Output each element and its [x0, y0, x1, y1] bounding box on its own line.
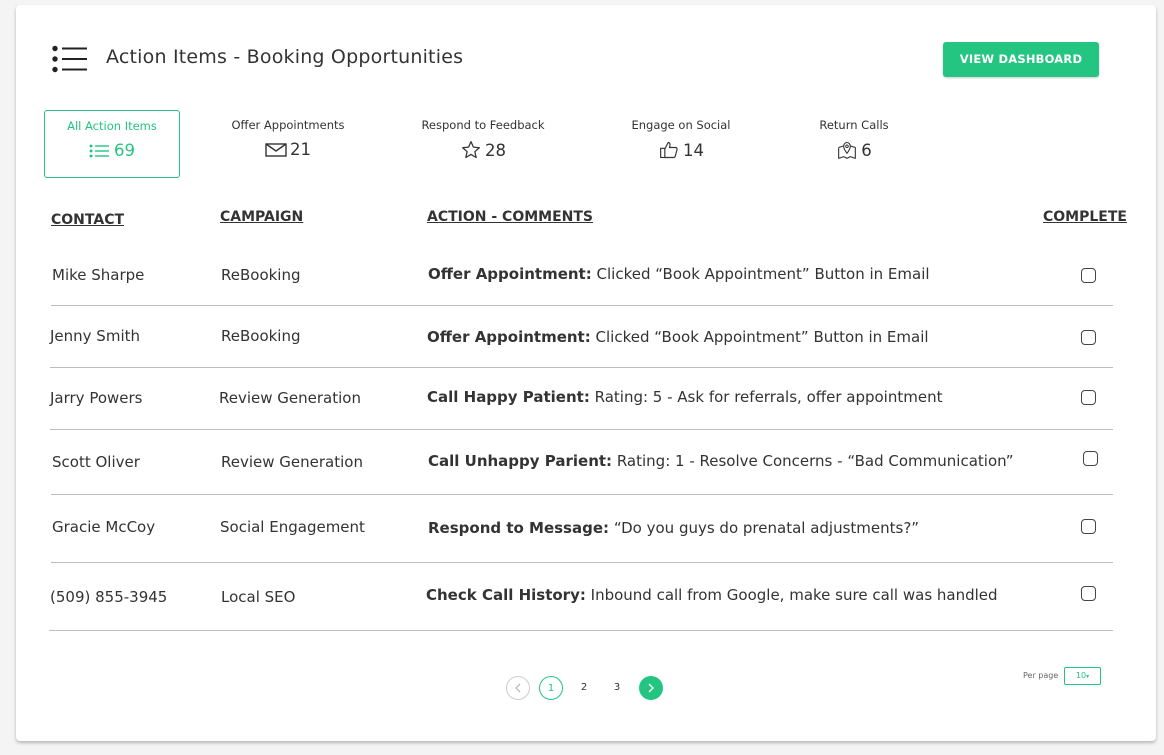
stat-value: 28 [485, 140, 506, 160]
stat-label: All Action Items [67, 119, 157, 133]
stat-offer-appointments[interactable]: Offer Appointments 21 [218, 118, 358, 159]
row-contact: Jenny Smith [50, 327, 140, 345]
row-campaign: Review Generation [219, 389, 361, 407]
menu-list-icon[interactable] [51, 45, 89, 73]
pagination-next-button[interactable] [639, 676, 663, 700]
stat-label: Engage on Social [631, 118, 731, 132]
stat-all-action-items[interactable]: All Action Items 69 [44, 110, 180, 178]
row-campaign: Review Generation [221, 453, 363, 471]
thumbs-up-icon [660, 141, 678, 159]
row-action: Offer Appointment: Clicked “Book Appoint… [427, 328, 929, 346]
stat-label: Return Calls [819, 118, 889, 132]
stat-value: 69 [114, 141, 135, 160]
row-campaign: ReBooking [221, 266, 301, 284]
action-title: Call Happy Patient: [427, 388, 590, 406]
stat-label: Respond to Feedback [421, 118, 545, 132]
per-page-select[interactable]: 10▾ [1064, 667, 1101, 685]
row-campaign: ReBooking [221, 327, 301, 345]
row-contact: Jarry Powers [50, 389, 143, 407]
action-comment: Rating: 1 - Resolve Concerns - “Bad Comm… [616, 452, 1014, 470]
row-contact: Mike Sharpe [52, 266, 145, 284]
complete-checkbox[interactable] [1081, 519, 1096, 534]
column-header-campaign[interactable]: CAMPAIGN [220, 209, 303, 225]
action-comment: Clicked “Book Appointment” Button in Ema… [596, 265, 930, 283]
complete-checkbox[interactable] [1081, 268, 1096, 283]
row-contact: Gracie McCoy [52, 518, 156, 536]
row-contact: (509) 855-3945 [50, 588, 168, 606]
action-comment: Clicked “Book Appointment” Button in Ema… [595, 328, 929, 346]
complete-checkbox[interactable] [1081, 330, 1096, 345]
stat-value: 6 [861, 140, 872, 160]
row-campaign: Local SEO [221, 588, 296, 606]
star-icon [462, 141, 480, 159]
stat-respond-to-feedback[interactable]: Respond to Feedback 28 [413, 118, 553, 160]
stat-value: 14 [683, 140, 704, 160]
row-divider [50, 367, 1113, 368]
envelope-icon [265, 142, 287, 157]
complete-checkbox[interactable] [1081, 586, 1096, 601]
complete-checkbox[interactable] [1081, 390, 1096, 405]
per-page-label: Per page [1023, 671, 1059, 680]
list-icon [89, 144, 109, 157]
action-title: Call Unhappy Parient: [428, 452, 613, 470]
row-action: Call Happy Patient: Rating: 5 - Ask for … [427, 388, 942, 406]
action-comment: “Do you guys do prenatal adjustments?” [613, 519, 920, 537]
stat-label: Offer Appointments [231, 118, 345, 132]
action-comment: Inbound call from Google, make sure call… [590, 586, 998, 604]
row-divider [51, 494, 1113, 495]
column-header-complete[interactable]: COMPLETE [1043, 209, 1127, 225]
per-page-value: 10 [1075, 671, 1087, 680]
pagination-page-3[interactable]: 3 [605, 675, 629, 699]
row-divider [49, 630, 1113, 631]
row-contact: Scott Oliver [52, 453, 140, 471]
column-header-contact[interactable]: CONTACT [51, 212, 124, 228]
row-divider [51, 305, 1113, 306]
pagination-prev-button[interactable] [506, 676, 530, 700]
map-pin-icon [838, 141, 857, 159]
row-campaign: Social Engagement [220, 518, 365, 536]
row-divider [51, 562, 1113, 563]
action-comment: Rating: 5 - Ask for referrals, offer app… [594, 388, 943, 406]
action-title: Offer Appointment: [427, 328, 591, 346]
row-action: Call Unhappy Parient: Rating: 1 - Resolv… [428, 452, 1014, 470]
row-action: Respond to Message: “Do you guys do pren… [428, 519, 919, 537]
stat-return-calls[interactable]: Return Calls 6 [784, 118, 924, 160]
column-header-action[interactable]: ACTION - COMMENTS [427, 209, 593, 225]
action-title: Check Call History: [426, 586, 586, 604]
view-dashboard-button[interactable]: VIEW DASHBOARD [943, 42, 1099, 77]
action-title: Offer Appointment: [428, 265, 592, 283]
row-action: Offer Appointment: Clicked “Book Appoint… [428, 265, 930, 283]
chevron-left-icon [515, 683, 521, 693]
action-title: Respond to Message: [428, 519, 610, 537]
pagination-page-2[interactable]: 2 [572, 675, 596, 699]
stat-value: 21 [290, 140, 311, 159]
pagination-page-1[interactable]: 1 [539, 676, 563, 700]
complete-checkbox[interactable] [1083, 451, 1098, 466]
row-action: Check Call History: Inbound call from Go… [426, 586, 998, 604]
row-divider [50, 429, 1113, 430]
page-title: Action Items - Booking Opportunities [106, 46, 464, 68]
caret-down-icon: ▾ [1086, 673, 1090, 680]
stat-engage-on-social[interactable]: Engage on Social 14 [611, 118, 751, 160]
chevron-right-icon [648, 683, 654, 693]
